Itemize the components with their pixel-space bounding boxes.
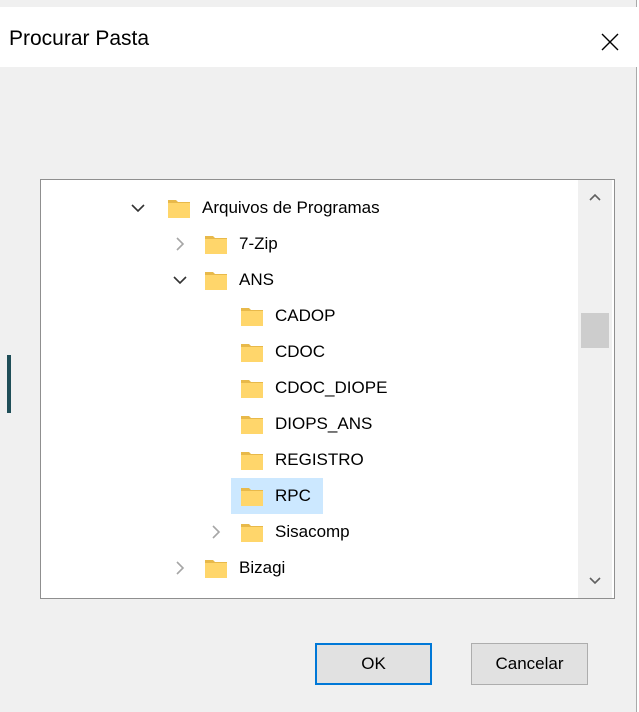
scrollbar-thumb[interactable] <box>581 313 609 348</box>
cancel-button[interactable]: Cancelar <box>471 643 588 685</box>
tree-item-cadop[interactable]: CADOP <box>41 298 581 334</box>
folder-icon <box>239 375 265 401</box>
scroll-down-button[interactable] <box>578 564 612 598</box>
folder-icon <box>239 411 265 437</box>
chevron-down-icon[interactable] <box>129 199 147 217</box>
window-edge-accent <box>7 355 11 413</box>
browse-folder-dialog: Procurar Pasta Arquivos de Programas 7-Zi… <box>0 0 637 712</box>
folder-icon <box>203 555 229 581</box>
chevron-right-icon[interactable] <box>171 235 189 253</box>
folder-icon <box>239 447 265 473</box>
title-bar: Procurar Pasta <box>0 7 637 67</box>
tree-item-label: REGISTRO <box>275 450 364 469</box>
ok-button[interactable]: OK <box>315 643 432 685</box>
tree-item-label: RPC <box>275 486 311 505</box>
tree-item-label: ANS <box>239 270 274 289</box>
folder-icon <box>239 339 265 365</box>
tree-item-rpc[interactable]: RPC <box>41 478 581 514</box>
tree-item-bizagi[interactable]: Bizagi <box>41 550 581 586</box>
folder-icon <box>239 303 265 329</box>
folder-tree[interactable]: Arquivos de Programas 7-Zip ANS CADOP CDOC CD… <box>40 179 615 599</box>
close-icon <box>601 33 619 51</box>
tree-item-label: 7-Zip <box>239 234 278 253</box>
tree-item-diops-ans[interactable]: DIOPS_ANS <box>41 406 581 442</box>
folder-icon <box>239 519 265 545</box>
tree-item-cdoc-diope[interactable]: CDOC_DIOPE <box>41 370 581 406</box>
tree-item-ans[interactable]: ANS <box>41 262 581 298</box>
folder-icon <box>203 231 229 257</box>
vertical-scrollbar[interactable] <box>578 180 612 598</box>
folder-icon <box>166 195 192 221</box>
scroll-up-button[interactable] <box>578 180 612 214</box>
tree-item-label: DIOPS_ANS <box>275 414 373 433</box>
tree-item-cdoc[interactable]: CDOC <box>41 334 581 370</box>
tree-item-sisacomp[interactable]: Sisacomp <box>41 514 581 550</box>
close-button[interactable] <box>586 19 634 65</box>
folder-icon <box>239 483 265 509</box>
tree-item-label: CDOC_DIOPE <box>275 378 388 397</box>
chevron-down-icon[interactable] <box>171 271 189 289</box>
tree-item-registro[interactable]: REGISTRO <box>41 442 581 478</box>
tree-item-label: Bizagi <box>239 558 286 577</box>
tree-item-label: CADOP <box>275 306 336 325</box>
tree-item-arquivos-de-programas[interactable]: Arquivos de Programas <box>41 190 581 226</box>
chevron-up-icon <box>589 193 601 201</box>
tree-item-7-zip[interactable]: 7-Zip <box>41 226 581 262</box>
tree-item-label: Sisacomp <box>275 522 350 541</box>
tree-item-label: CDOC <box>275 342 326 361</box>
folder-icon <box>203 267 229 293</box>
chevron-right-icon[interactable] <box>207 523 225 541</box>
dialog-title: Procurar Pasta <box>9 27 150 50</box>
chevron-right-icon[interactable] <box>171 559 189 577</box>
tree-item-label: Arquivos de Programas <box>202 198 380 217</box>
chevron-down-icon <box>589 577 601 585</box>
